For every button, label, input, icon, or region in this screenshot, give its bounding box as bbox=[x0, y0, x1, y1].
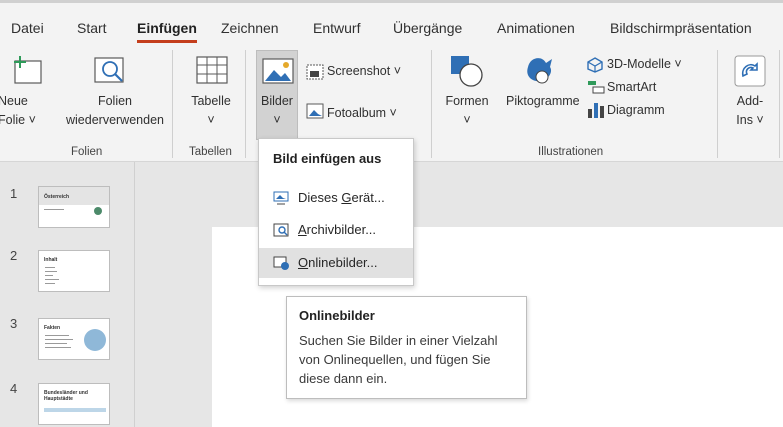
new-slide-button[interactable]: Neue Folie ˅ bbox=[0, 92, 40, 130]
slide-thumbnail-title: Österreich bbox=[44, 194, 70, 200]
reuse-slides-label-1: Folien bbox=[97, 94, 133, 108]
photo-album-icon bbox=[306, 103, 324, 122]
slide-number: 3 bbox=[10, 316, 18, 331]
slide-number: 4 bbox=[10, 381, 18, 396]
tab-einfuegen[interactable]: Einfügen bbox=[137, 20, 197, 43]
group-separator bbox=[431, 50, 432, 158]
group-separator bbox=[779, 50, 780, 158]
device-icon bbox=[273, 191, 289, 208]
slide-thumbnail-title: Inhalt bbox=[44, 257, 58, 263]
new-slide-icon[interactable] bbox=[11, 53, 45, 90]
reuse-slides-button[interactable]: Folien wiederverwenden bbox=[64, 92, 166, 130]
tab-bildschirmpraesentation[interactable]: Bildschirmpräsentation bbox=[610, 20, 752, 36]
slide-thumbnail-title: Fakten bbox=[44, 325, 61, 331]
menu-item-online-pictures[interactable]: Onlinebilder... bbox=[259, 248, 413, 278]
menu-item-label: Dieses Gerät... bbox=[298, 190, 385, 205]
add-ins-label-1: Add- bbox=[736, 94, 764, 108]
slide-thumbnail-pane[interactable]: 1 Österreich 2 Inhalt 3 Fakten 4 Bundesl… bbox=[0, 162, 134, 427]
reuse-slides-icon[interactable] bbox=[92, 53, 128, 90]
reuse-slides-label-2: wiederverwenden bbox=[66, 113, 164, 127]
ribbon-tab-bar: Datei Start Einfügen Zeichnen Entwurf Üb… bbox=[0, 0, 783, 44]
slide-thumbnail[interactable]: Inhalt bbox=[38, 250, 110, 292]
add-ins-button[interactable]: Add- Ins ˅ bbox=[728, 92, 772, 130]
slide-thumbnail[interactable]: Österreich bbox=[38, 186, 110, 228]
pictures-label: Bilder bbox=[261, 94, 293, 108]
slide-number: 2 bbox=[10, 248, 18, 263]
icons-button[interactable]: Piktogramme bbox=[506, 92, 580, 111]
table-button[interactable]: Tabelle ˅ bbox=[186, 92, 236, 130]
group-separator bbox=[172, 50, 173, 158]
slide-number: 1 bbox=[10, 186, 18, 201]
online-pictures-icon bbox=[273, 256, 289, 273]
tab-entwurf[interactable]: Entwurf bbox=[313, 20, 360, 36]
tab-zeichnen[interactable]: Zeichnen bbox=[221, 20, 279, 36]
icons-icon[interactable] bbox=[520, 53, 560, 92]
chevron-down-icon: ˅ bbox=[207, 113, 215, 127]
table-icon[interactable] bbox=[194, 53, 230, 90]
shapes-button[interactable]: Formen ˅ bbox=[440, 92, 494, 130]
stock-images-icon bbox=[273, 223, 289, 240]
menu-item-this-device[interactable]: Dieses Gerät... bbox=[259, 183, 413, 213]
title-bar-edge bbox=[0, 0, 783, 3]
tab-animationen[interactable]: Animationen bbox=[497, 20, 575, 36]
shapes-label: Formen bbox=[445, 94, 489, 108]
shapes-icon[interactable] bbox=[447, 53, 485, 92]
slide-thumbnail[interactable]: Bundesländer und Hauptstädte bbox=[38, 383, 110, 425]
group-separator bbox=[245, 50, 246, 158]
tab-start[interactable]: Start bbox=[77, 20, 107, 36]
access-key: O bbox=[298, 255, 309, 270]
globe-image bbox=[84, 329, 106, 351]
pictures-label-wrap: Bilder ˅ bbox=[256, 92, 298, 130]
screenshot-icon bbox=[306, 64, 324, 83]
chart-icon bbox=[587, 101, 605, 122]
slide-thumbnail-title: Bundesländer und Hauptstädte bbox=[44, 390, 88, 402]
slide-thumbnail[interactable]: Fakten bbox=[38, 318, 110, 360]
tooltip-title: Onlinebilder bbox=[299, 308, 375, 323]
group-label-tabellen: Tabellen bbox=[189, 146, 232, 158]
menu-item-stock-images[interactable]: Archivbilder... bbox=[259, 215, 413, 245]
add-ins-label-2: Ins ˅ bbox=[736, 113, 764, 127]
photo-album-button[interactable]: Fotoalbum ˅ bbox=[327, 106, 397, 120]
tab-datei[interactable]: Datei bbox=[11, 20, 44, 36]
new-slide-label-1: Neue bbox=[0, 94, 28, 108]
menu-item-label: Archivbilder... bbox=[298, 222, 377, 237]
group-separator bbox=[717, 50, 718, 158]
online-pictures-tooltip: Onlinebilder Suchen Sie Bilder in einer … bbox=[286, 296, 527, 399]
add-ins-icon[interactable] bbox=[733, 54, 767, 91]
icons-label: Piktogramme bbox=[506, 94, 580, 108]
menu-item-label: Onlinebilder... bbox=[298, 255, 378, 270]
insert-picture-dropdown: Bild einfügen aus Dieses Gerät... Archiv… bbox=[258, 138, 414, 286]
chevron-down-icon: ˅ bbox=[463, 113, 471, 127]
tooltip-body: Suchen Sie Bilder in einer Vielzahl von … bbox=[299, 333, 498, 386]
screenshot-button[interactable]: Screenshot ˅ bbox=[327, 64, 401, 78]
group-label-illustrationen: Illustrationen bbox=[538, 146, 604, 158]
smartart-icon bbox=[587, 79, 605, 98]
new-slide-label-2: Folie ˅ bbox=[0, 113, 36, 127]
table-label: Tabelle bbox=[191, 94, 231, 108]
chart-button[interactable]: Diagramm bbox=[607, 103, 665, 117]
dropdown-header: Bild einfügen aus bbox=[273, 151, 382, 166]
group-label-folien: Folien bbox=[71, 146, 103, 158]
access-key: G bbox=[341, 190, 352, 205]
smartart-button[interactable]: SmartArt bbox=[607, 80, 656, 94]
tab-uebergaenge[interactable]: Übergänge bbox=[393, 20, 462, 36]
3d-models-button[interactable]: 3D-Modelle ˅ bbox=[607, 57, 682, 71]
chevron-down-icon: ˅ bbox=[273, 113, 281, 127]
thumbnail-image bbox=[94, 207, 102, 215]
3d-model-icon bbox=[587, 57, 603, 76]
picture-icon bbox=[261, 55, 295, 90]
access-key: A bbox=[298, 222, 307, 237]
